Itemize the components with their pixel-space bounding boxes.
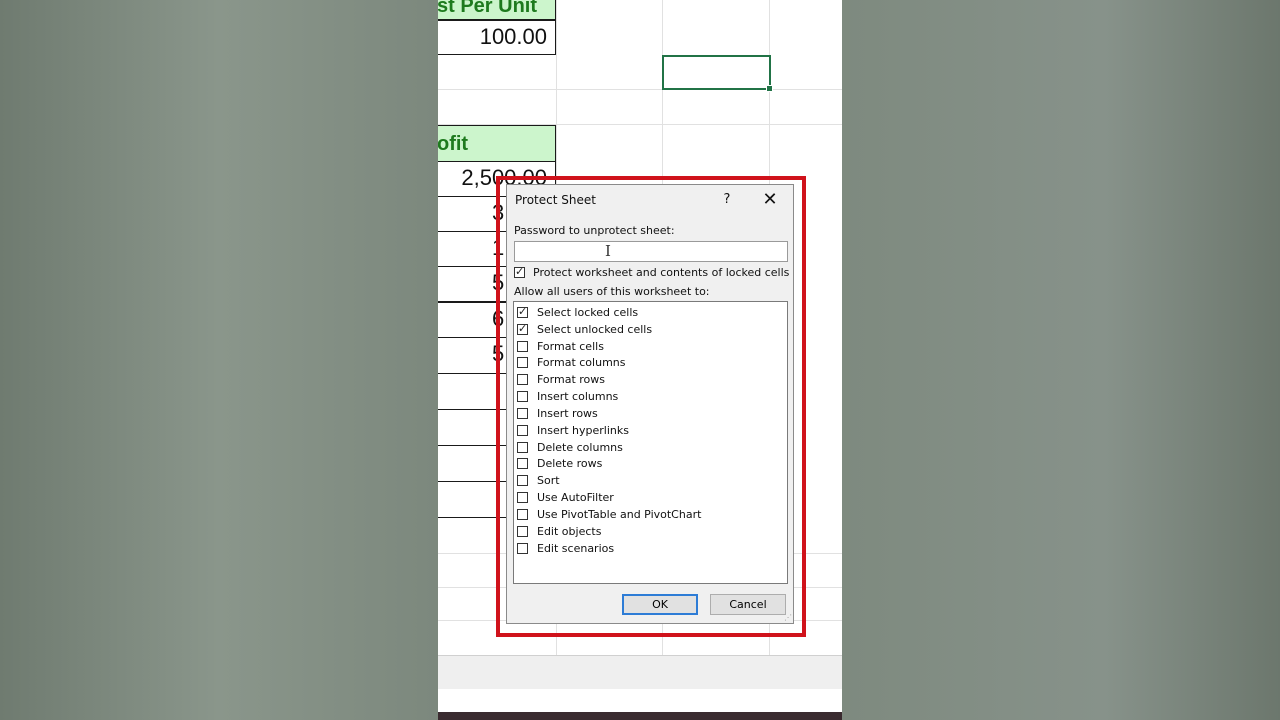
allow-users-label: Allow all users of this worksheet to:	[514, 285, 710, 298]
password-input[interactable]	[514, 241, 788, 262]
cost-header-text: st Per Unit	[438, 0, 538, 17]
cost-value-text: 100.00	[479, 24, 547, 49]
option-checkbox[interactable]	[517, 543, 528, 554]
option-label: Format cells	[537, 340, 604, 353]
option-delete-columns[interactable]: Delete columns	[517, 439, 623, 456]
option-select-locked-cells[interactable]: Select locked cells	[517, 304, 638, 321]
profit-header[interactable]: ofit	[438, 125, 556, 163]
option-label: Edit objects	[537, 525, 602, 538]
blurred-background-right	[842, 0, 1280, 720]
cost-per-unit-cell[interactable]: 100.00	[438, 20, 556, 55]
option-checkbox[interactable]	[517, 526, 528, 537]
close-icon: ✕	[762, 189, 778, 210]
option-checkbox[interactable]	[517, 341, 528, 352]
option-insert-rows[interactable]: Insert rows	[517, 405, 598, 422]
option-format-rows[interactable]: Format rows	[517, 371, 605, 388]
option-label: Delete rows	[537, 457, 603, 470]
option-sort[interactable]: Sort	[517, 472, 560, 489]
option-checkbox[interactable]	[517, 425, 528, 436]
protect-sheet-dialog: Protect Sheet ? ✕ Password to unprotect …	[506, 184, 794, 624]
protect-worksheet-label: Protect worksheet and contents of locked…	[533, 266, 790, 279]
option-checkbox[interactable]	[517, 492, 528, 503]
option-label: Insert hyperlinks	[537, 424, 629, 437]
permissions-list[interactable]: Select locked cells Select unlocked cell…	[513, 301, 788, 584]
option-edit-scenarios[interactable]: Edit scenarios	[517, 540, 614, 557]
option-use-pivottable[interactable]: Use PivotTable and PivotChart	[517, 506, 701, 523]
option-checkbox[interactable]	[517, 374, 528, 385]
status-bar	[438, 655, 842, 689]
option-delete-rows[interactable]: Delete rows	[517, 455, 602, 472]
close-button[interactable]: ✕	[759, 189, 781, 211]
option-label: Insert rows	[537, 407, 598, 420]
option-select-unlocked-cells[interactable]: Select unlocked cells	[517, 321, 652, 338]
option-insert-columns[interactable]: Insert columns	[517, 388, 618, 405]
option-label: Edit scenarios	[537, 542, 615, 555]
option-checkbox[interactable]	[517, 408, 528, 419]
option-format-columns[interactable]: Format columns	[517, 354, 625, 371]
help-button[interactable]: ?	[718, 191, 736, 209]
ok-button[interactable]: OK	[622, 594, 698, 615]
profit-header-text: ofit	[438, 133, 469, 155]
selected-cell[interactable]	[662, 55, 773, 92]
option-label: Format columns	[537, 356, 626, 369]
option-checkbox[interactable]	[517, 458, 528, 469]
option-label: Use PivotTable and PivotChart	[537, 508, 702, 521]
blurred-background-left	[0, 0, 438, 720]
protect-worksheet-checkbox-row[interactable]: Protect worksheet and contents of locked…	[514, 265, 790, 279]
cost-per-unit-header[interactable]: st Per Unit	[438, 0, 556, 20]
option-checkbox[interactable]	[517, 509, 528, 520]
cancel-button[interactable]: Cancel	[710, 594, 786, 615]
option-label: Select locked cells	[537, 306, 639, 319]
taskbar-strip	[438, 712, 842, 720]
option-label: Delete columns	[537, 441, 623, 454]
option-format-cells[interactable]: Format cells	[517, 338, 604, 355]
dialog-title: Protect Sheet	[515, 193, 596, 207]
option-label: Insert columns	[537, 390, 619, 403]
option-checkbox[interactable]	[517, 442, 528, 453]
option-label: Select unlocked cells	[537, 323, 653, 336]
option-checkbox[interactable]	[517, 322, 528, 335]
option-use-autofilter[interactable]: Use AutoFilter	[517, 489, 614, 506]
option-checkbox[interactable]	[517, 475, 528, 486]
option-checkbox[interactable]	[517, 357, 528, 368]
option-checkbox[interactable]	[517, 305, 528, 318]
gridline	[438, 89, 842, 90]
text-cursor-icon: I	[605, 242, 611, 260]
protect-worksheet-checkbox[interactable]	[514, 265, 525, 278]
option-label: Use AutoFilter	[537, 491, 614, 504]
option-checkbox[interactable]	[517, 391, 528, 402]
password-label: Password to unprotect sheet:	[514, 224, 675, 237]
resize-grip-icon[interactable]: ⋰	[784, 614, 792, 622]
option-label: Format rows	[537, 373, 605, 386]
option-edit-objects[interactable]: Edit objects	[517, 523, 601, 540]
option-insert-hyperlinks[interactable]: Insert hyperlinks	[517, 422, 629, 439]
option-label: Sort	[537, 474, 560, 487]
